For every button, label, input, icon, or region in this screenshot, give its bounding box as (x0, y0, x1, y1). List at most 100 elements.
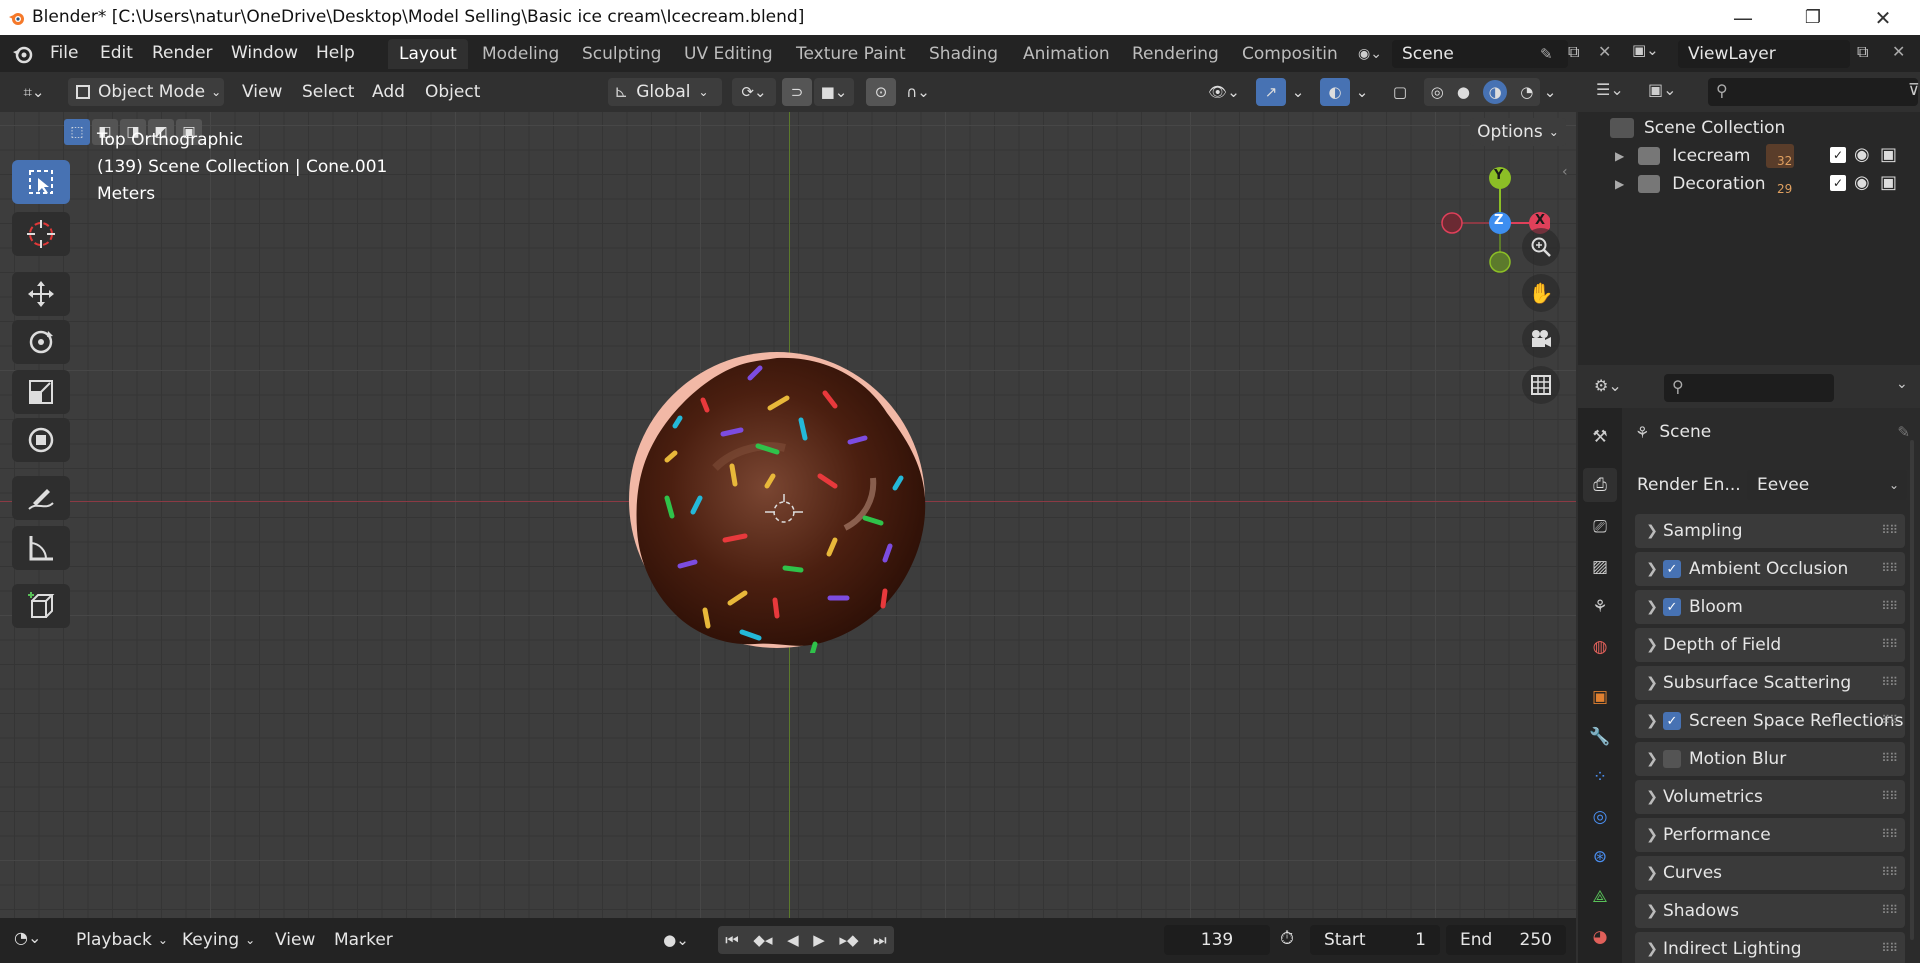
delete-scene-icon[interactable]: ✕ (1598, 42, 1611, 61)
rotate-tool-icon[interactable] (12, 320, 70, 364)
render-tab-icon[interactable]: ⎙ (1583, 468, 1617, 502)
data-tab-icon[interactable]: ⟁ (1583, 880, 1617, 914)
preview-range-icon[interactable]: ⏱ (1280, 928, 1294, 949)
constraints-tab-icon[interactable]: ⊛ (1583, 840, 1617, 874)
panel-performance[interactable]: ❯ Performance ⠿⠿ (1635, 818, 1905, 852)
zoom-icon[interactable] (1522, 228, 1560, 266)
drag-handle-icon[interactable]: ⠿⠿ (1881, 523, 1898, 537)
material-tab-icon[interactable]: ◕ (1583, 920, 1617, 954)
outliner-search-input[interactable]: ⚲ (1708, 78, 1918, 106)
current-frame-field[interactable]: 139 (1164, 925, 1270, 955)
end-frame-field[interactable]: End 250 (1446, 925, 1566, 955)
perspective-toggle-icon[interactable] (1522, 366, 1560, 404)
visibility-icon[interactable]: 👁⌄ (1202, 78, 1246, 106)
overlay-dropdown-icon[interactable]: ⌄ (1352, 78, 1372, 106)
timeline-editor-type-icon[interactable]: ◔⌄ (14, 928, 41, 947)
rendered-shading-icon[interactable]: ◔ (1520, 83, 1533, 101)
panel-shadows[interactable]: ❯ Shadows ⠿⠿ (1635, 894, 1905, 928)
modifier-tab-icon[interactable]: 🔧 (1583, 720, 1617, 754)
annotate-tool-icon[interactable] (12, 476, 70, 520)
panel-sampling[interactable]: ❯ Sampling ⠿⠿ (1635, 514, 1905, 548)
scene-selector-icon[interactable]: ◉⌄ (1350, 41, 1390, 67)
timeline-view-menu[interactable]: View (275, 930, 315, 950)
next-keyframe-icon[interactable]: ▸◆ (839, 931, 858, 949)
snap-toggle-icon[interactable]: ⊃ (782, 78, 812, 106)
keying-menu[interactable]: Keying ⌄ (182, 926, 255, 954)
panel-checkbox[interactable]: ✓ (1663, 560, 1681, 578)
mode-selector[interactable]: Object Mode ⌄ (68, 78, 224, 106)
drag-handle-icon[interactable]: ⠿⠿ (1881, 751, 1898, 765)
close-button[interactable]: ✕ (1850, 0, 1916, 35)
pan-hand-icon[interactable]: ✋ (1522, 274, 1560, 312)
measure-tool-icon[interactable] (12, 526, 70, 570)
menu-render[interactable]: Render (152, 43, 213, 63)
proportional-falloff-icon[interactable]: ∩⌄ (898, 78, 938, 106)
viewlayer-selector-icon[interactable]: ▣⌄ (1632, 41, 1674, 67)
start-frame-field[interactable]: Start 1 (1310, 925, 1440, 955)
drag-handle-icon[interactable]: ⠿⠿ (1881, 827, 1898, 841)
particles-tab-icon[interactable]: ⁘ (1583, 760, 1617, 794)
xray-toggle-icon[interactable]: ▢ (1386, 78, 1414, 106)
panel-checkbox[interactable]: ✓ (1663, 598, 1681, 616)
editor-type-icon[interactable]: ⌗⌄ (12, 78, 56, 106)
new-scene-icon[interactable]: ⧉ (1568, 42, 1592, 66)
drag-handle-icon[interactable]: ⠿⠿ (1881, 675, 1898, 689)
gizmo-toggle-icon[interactable]: ↗ (1256, 78, 1286, 106)
proportional-edit-icon[interactable]: ⊙ (866, 78, 896, 106)
eye-icon[interactable]: ◉ (1854, 172, 1870, 193)
drag-handle-icon[interactable]: ⠿⠿ (1881, 789, 1898, 803)
properties-scrollbar[interactable] (1910, 440, 1914, 940)
exclude-checkbox[interactable]: ✓ (1830, 147, 1846, 163)
play-reverse-icon[interactable]: ◀ (787, 931, 799, 949)
menu-add[interactable]: Add (372, 78, 405, 106)
pin-scene-icon[interactable]: ✎ (1540, 45, 1553, 63)
panel-checkbox[interactable] (1663, 750, 1681, 768)
material-preview-icon[interactable]: ◑ (1483, 80, 1508, 104)
exclude-checkbox[interactable]: ✓ (1830, 175, 1846, 191)
play-icon[interactable]: ▶ (813, 931, 825, 949)
drag-handle-icon[interactable]: ⠿⠿ (1881, 599, 1898, 613)
view-layer-tab-icon[interactable]: ▨ (1583, 550, 1617, 584)
sidebar-toggle-icon[interactable]: ‹ (1562, 164, 1568, 180)
drag-handle-icon[interactable]: ⠿⠿ (1881, 903, 1898, 917)
scene-tab-icon[interactable]: ⚘ (1583, 590, 1617, 624)
panel-ambient-occlusion[interactable]: ❯ ✓ Ambient Occlusion ⠿⠿ (1635, 552, 1905, 586)
panel-depth-of-field[interactable]: ❯ Depth of Field ⠿⠿ (1635, 628, 1905, 662)
overlay-toggle-icon[interactable]: ◐ (1320, 78, 1350, 106)
jump-start-icon[interactable]: ⏮ (725, 931, 739, 949)
panel-curves[interactable]: ❯ Curves ⠿⠿ (1635, 856, 1905, 890)
tab-sculpting[interactable]: Sculpting (571, 39, 672, 69)
menu-edit[interactable]: Edit (100, 43, 133, 63)
camera-icon[interactable]: ▣ (1880, 144, 1897, 165)
tab-uv-editing[interactable]: UV Editing (673, 39, 784, 69)
viewlayer-field[interactable]: ViewLayer (1678, 40, 1850, 68)
restore-button[interactable]: ❐ (1780, 0, 1846, 35)
tool-tab-icon[interactable]: ⚒ (1583, 420, 1617, 454)
donut-model[interactable] (625, 348, 930, 653)
gizmo-dropdown-icon[interactable]: ⌄ (1288, 78, 1308, 106)
select-new-icon[interactable]: ⬚ (64, 119, 90, 145)
outliner-editor-type-icon[interactable]: ☰⌄ (1596, 80, 1624, 99)
panel-motion-blur[interactable]: ❯ Motion Blur ⠿⠿ (1635, 742, 1905, 776)
physics-tab-icon[interactable]: ◎ (1583, 800, 1617, 834)
panel-screen-space-reflections[interactable]: ❯ ✓ Screen Space Reflections ⠿⠿ (1635, 704, 1905, 738)
properties-search-input[interactable]: ⚲ (1664, 374, 1834, 402)
delete-viewlayer-icon[interactable]: ✕ (1892, 42, 1905, 61)
menu-window[interactable]: Window (231, 43, 298, 63)
drag-handle-icon[interactable]: ⠿⠿ (1881, 713, 1898, 727)
drag-handle-icon[interactable]: ⠿⠿ (1881, 865, 1898, 879)
drag-handle-icon[interactable]: ⠿⠿ (1881, 561, 1898, 575)
cursor-tool-icon[interactable] (12, 212, 70, 256)
filter-icon[interactable]: ⊽ (1908, 80, 1920, 99)
render-engine-dropdown[interactable]: Eevee ⌄ (1747, 470, 1907, 500)
object-tab-icon[interactable]: ▣ (1583, 680, 1617, 714)
playback-menu[interactable]: Playback ⌄ (76, 926, 168, 954)
add-cube-tool-icon[interactable] (12, 584, 70, 628)
panel-bloom[interactable]: ❯ ✓ Bloom ⠿⠿ (1635, 590, 1905, 624)
marker-menu[interactable]: Marker (334, 930, 393, 950)
scale-tool-icon[interactable] (12, 370, 70, 414)
camera-view-icon[interactable] (1522, 320, 1560, 358)
tab-rendering[interactable]: Rendering (1121, 39, 1230, 69)
tab-shading[interactable]: Shading (918, 39, 1009, 69)
panel-subsurface-scattering[interactable]: ❯ Subsurface Scattering ⠿⠿ (1635, 666, 1905, 700)
